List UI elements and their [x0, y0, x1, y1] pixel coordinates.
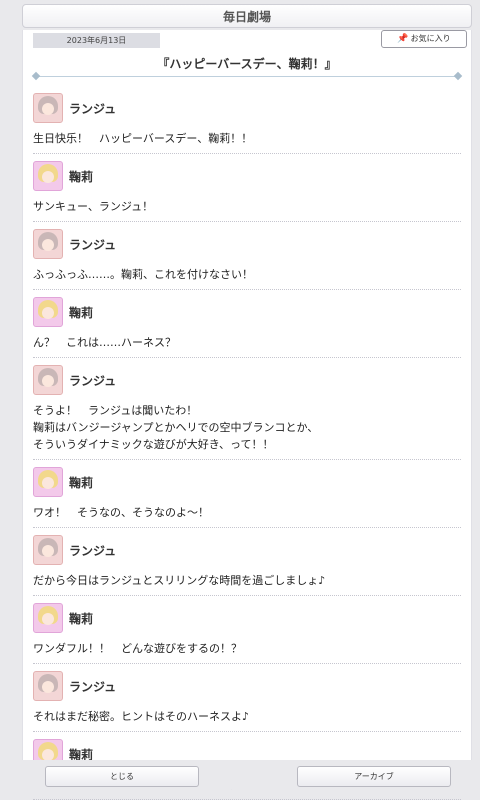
speaker-name: 鞠莉 — [69, 305, 94, 320]
favorite-button[interactable]: 📌 お気に入り — [381, 30, 467, 48]
speaker-row: ランジュ — [33, 535, 461, 565]
speaker-name: ランジュ — [69, 373, 117, 388]
dialogue-line: サンキュー、ランジュ！ — [33, 200, 154, 213]
speaker-name: ランジュ — [69, 101, 117, 116]
speaker-row: 鞠莉 — [33, 161, 461, 191]
speaker-row: ランジュ — [33, 365, 461, 395]
pin-icon: 📌 — [397, 34, 409, 44]
ranju-avatar-icon — [33, 365, 63, 395]
dialogue-line: 生日快乐！ ハッピーバースデー、鞠莉！！ — [33, 132, 253, 145]
dialogue-entry: 鞠莉ワオ！ そうなの、そうなのよ～！ — [33, 460, 461, 528]
dialogue-line: だから今日はランジュとスリリングな時間を過ごしましょ♪ — [33, 574, 326, 587]
dialogue-line: そうよ！ ランジュは聞いたわ！ 鞠莉はバンジージャンプとかヘリでの空中ブランコと… — [33, 404, 319, 451]
speaker-row: 鞠莉 — [33, 297, 461, 327]
favorite-label: お気に入り — [410, 34, 451, 43]
dialogue-entry: ランジュそうよ！ ランジュは聞いたわ！ 鞠莉はバンジージャンプとかヘリでの空中ブ… — [33, 358, 461, 460]
dialogue-list[interactable]: ランジュ 生日快乐！ ハッピーバースデー、鞠莉！！ 鞠莉 サンキュー、ランジュ！ ランジ… — [23, 86, 471, 800]
ranju-avatar-icon — [33, 229, 63, 259]
dialogue-entry: ランジュそれはまだ秘密。ヒントはそのハーネスよ♪ — [33, 664, 461, 732]
title-divider — [31, 71, 463, 81]
speaker-name: ランジュ — [69, 679, 117, 694]
mari-avatar-icon — [33, 603, 63, 633]
dialogue-line: それはまだ秘密。ヒントはそのハーネスよ♪ — [33, 710, 250, 723]
episode-date: 2023年6月13日 — [33, 33, 160, 48]
mari-avatar-icon — [33, 297, 63, 327]
footer-bar: とじる アーカイブ — [22, 760, 470, 789]
ranju-avatar-icon — [33, 93, 63, 123]
divider-diamond-left — [31, 71, 41, 81]
dialogue-entry: ランジュふっふっふ……。鞠莉、これを付けなさい！ — [33, 222, 461, 290]
mari-avatar-icon — [33, 467, 63, 497]
archive-button[interactable]: アーカイブ — [297, 766, 451, 787]
dialogue-line: ん？ これは……ハーネス？ — [33, 336, 176, 349]
header-title: 毎日劇場 — [222, 10, 271, 24]
episode-title: 『ハッピーバースデー、鞠莉！』 — [157, 57, 337, 71]
dialogue-entry: ランジュ生日快乐！ ハッピーバースデー、鞠莉！！ — [33, 86, 461, 154]
divider-diamond-right — [453, 71, 463, 81]
speaker-row: ランジュ — [33, 93, 461, 123]
speaker-row: 鞠莉 — [33, 467, 461, 497]
speaker-name: 鞠莉 — [69, 475, 94, 490]
speaker-name: ランジュ — [69, 543, 117, 558]
speaker-name: 鞠莉 — [69, 169, 94, 184]
speaker-name: ランジュ — [69, 237, 117, 252]
dialogue-entry: 鞠莉ワンダフル！！ どんな遊びをするの！？ — [33, 596, 461, 664]
dialogue-line: ワオ！ そうなの、そうなのよ～！ — [33, 506, 209, 519]
theater-panel: 2023年6月13日 📌 お気に入り 『ハッピーバースデー、鞠莉！』 ランジュ生日… — [22, 30, 472, 800]
speaker-row: ランジュ — [33, 229, 461, 259]
dialogue-entry: 鞠莉ん？ これは……ハーネス？ — [33, 290, 461, 358]
dialogue-entry: 鞠莉サンキュー、ランジュ！ — [33, 154, 461, 222]
dialogue-line: ふっふっふ……。鞠莉、これを付けなさい！ — [33, 268, 253, 281]
mari-avatar-icon — [33, 161, 63, 191]
ranju-avatar-icon — [33, 535, 63, 565]
ranju-avatar-icon — [33, 671, 63, 701]
close-button[interactable]: とじる — [45, 766, 199, 787]
speaker-row: 鞠莉 — [33, 603, 461, 633]
speaker-name: 鞠莉 — [69, 611, 94, 626]
dialogue-line: ワンダフル！！ どんな遊びをするの！？ — [33, 642, 242, 655]
header-bar: 毎日劇場 — [22, 4, 472, 28]
speaker-row: ランジュ — [33, 671, 461, 701]
dialogue-entry: ランジュだから今日はランジュとスリリングな時間を過ごしましょ♪ — [33, 528, 461, 596]
